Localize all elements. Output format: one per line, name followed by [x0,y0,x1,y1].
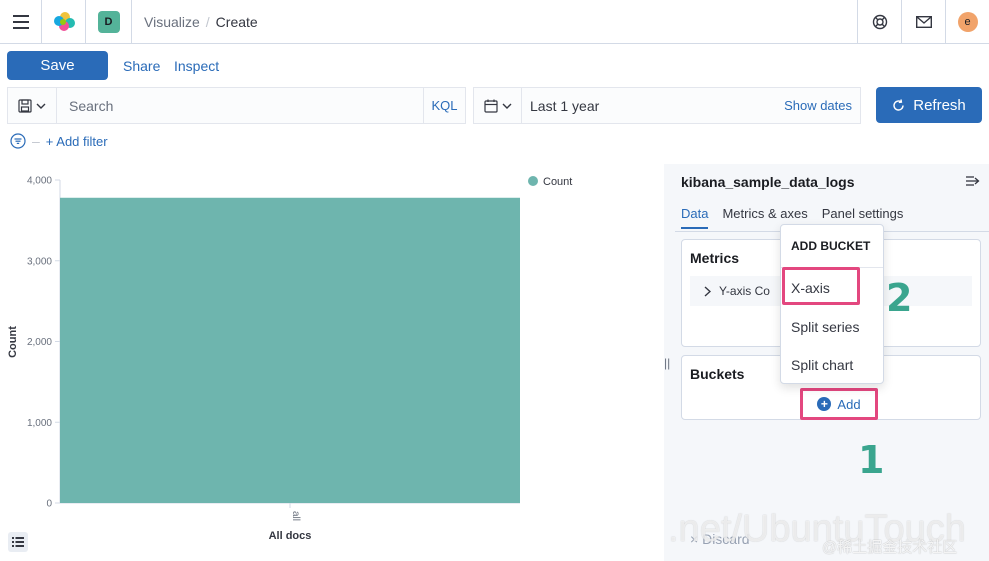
chevron-down-icon [36,103,46,109]
plus-icon: + [817,397,832,411]
breadcrumb-create: Create [215,13,258,30]
bar-chart: 0 1,000 2,000 3,000 4,000 all All docs Count Cou… [7,176,572,543]
watermark-credit: @稀土掘金技术社区 [822,539,958,556]
y-tick-label: 4,000 [27,176,52,187]
list-icon [12,537,24,547]
index-pattern-title: kibana_sample_data_logs [681,174,855,190]
metric-row-label: Y-axis Co [719,284,770,298]
filter-options-icon[interactable] [10,133,26,149]
legend-swatch [528,176,538,186]
mail-icon [915,16,932,28]
space-selector[interactable]: D [86,0,132,44]
x-tick-label: all [290,511,301,521]
x-axis-highlight [782,267,860,305]
chevron-right-icon[interactable] [704,285,711,297]
user-avatar: e [957,12,978,32]
step-1-annotation: 1 [858,438,885,482]
share-link[interactable]: Share [123,58,160,74]
refresh-label: Refresh [913,96,966,114]
chevron-down-icon [502,103,511,109]
help-button[interactable] [857,0,901,44]
filter-row: – + Add filter [10,132,108,150]
menu-item-split-series[interactable]: Split series [791,319,859,335]
step-2-annotation: 2 [886,276,913,320]
user-menu-button[interactable]: e [945,0,989,44]
bar [60,197,520,503]
legend-toggle-button[interactable] [8,532,28,552]
chart-panel: 0 1,000 2,000 3,000 4,000 all All docs Count Cou… [0,164,664,561]
news-button[interactable] [901,0,945,44]
y-tick-label: 2,000 [27,337,52,348]
help-icon [872,14,887,30]
save-query-icon [18,98,32,113]
breadcrumb-separator: / [205,13,210,30]
refresh-button[interactable]: Refresh [876,87,982,123]
search-input[interactable]: Search [57,98,423,114]
menu-icon [12,14,29,29]
calendar-icon [483,99,498,113]
legend-label: Count [543,176,572,188]
inspect-link[interactable]: Inspect [174,58,219,74]
saved-query-button[interactable] [8,88,57,123]
time-range-label[interactable]: Last 1 year [522,98,784,114]
panel-resize-handle[interactable]: || [664,356,670,370]
y-tick-label: 0 [46,499,52,510]
elastic-logo [53,11,75,31]
query-bar: Search KQL [7,87,466,124]
menu-button[interactable] [0,0,42,44]
home-logo-button[interactable] [42,0,86,44]
add-filter-link[interactable]: + Add filter [46,134,108,149]
y-tick-label: 1,000 [27,418,52,429]
menu-item-split-chart[interactable]: Split chart [791,357,853,373]
header-actions: e [857,0,989,44]
popover-title: ADD BUCKET [791,239,871,253]
refresh-icon [893,98,904,111]
buckets-title: Buckets [690,366,745,382]
tab-data[interactable]: Data [681,206,709,229]
date-picker: Last 1 year Show dates [473,87,861,124]
chart-bars [60,197,520,503]
quick-select-button[interactable] [474,88,522,123]
filter-divider: – [32,133,40,149]
collapse-sidebar-icon[interactable] [966,176,980,186]
y-axis-title: Count [7,326,19,358]
show-dates-link[interactable]: Show dates [784,98,860,113]
kql-language-toggle[interactable]: KQL [423,88,465,123]
y-tick-label: 3,000 [27,256,52,267]
breadcrumb: Visualize / Create [144,14,258,30]
breadcrumb-visualize[interactable]: Visualize [144,14,200,30]
x-axis-title: All docs [269,530,312,542]
add-bucket-button[interactable]: + Add [800,388,878,420]
add-bucket-label: Add [837,396,861,412]
save-button[interactable]: Save [7,51,108,80]
metrics-title: Metrics [690,250,740,266]
top-header: D Visualize / Create e [0,0,989,44]
space-avatar: D [97,10,120,33]
